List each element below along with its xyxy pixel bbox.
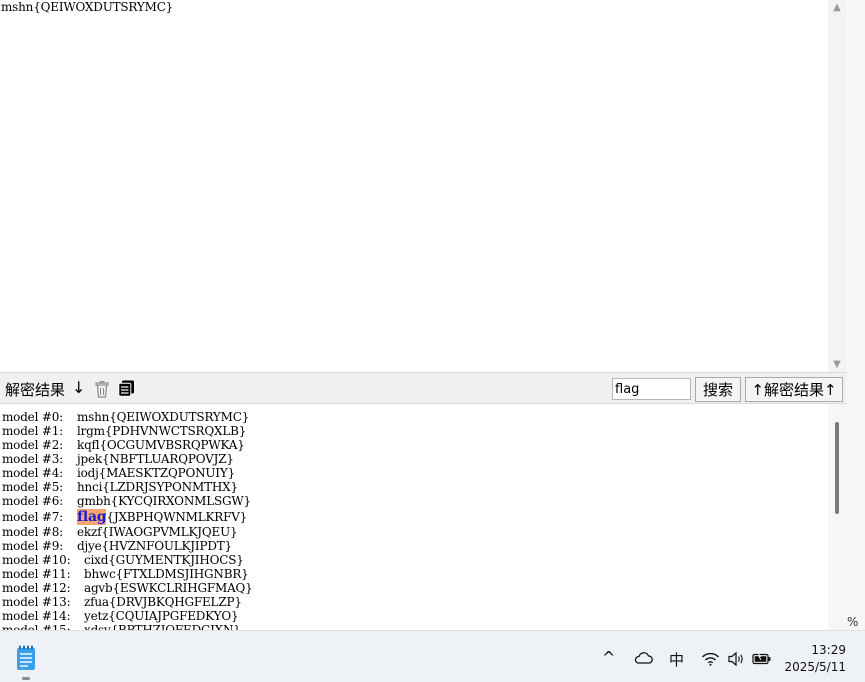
toolbar: 解密结果 ↓ 搜索 ↑ 解密结果 ↑ (0, 372, 846, 404)
result-row: model #2: kqfl{OCGUMVBSRQPWKA} (2, 438, 245, 452)
search-button[interactable]: 搜索 (695, 377, 741, 402)
result-model-label: model #9: (2, 539, 63, 553)
notepad-app-icon[interactable] (16, 645, 36, 671)
copy-icon[interactable] (118, 380, 135, 397)
scroll-up-arrow-icon[interactable]: ▲ (828, 0, 846, 14)
result-value: {GUYMENTKJIHOCS} (108, 553, 244, 567)
input-text: mshn{QEIWOXDUTSRYMC} (1, 0, 174, 14)
result-row: model #11: bhwc{FTXLDMSJIHGNBR} (2, 567, 249, 581)
arrow-up-icon: ↑ (751, 380, 764, 399)
result-model-label: model #13: (2, 595, 71, 609)
result-value: {HVZNFOULKJIPDT} (101, 539, 232, 553)
result-key: xdsy (84, 623, 111, 630)
result-value: {LZDRJSYPONMTHX} (102, 480, 238, 494)
result-key: yetz (84, 609, 109, 623)
result-model-label: model #15: (2, 623, 71, 630)
result-key: mshn (77, 410, 110, 424)
result-value: {NBFTLUARQPOVJZ} (101, 452, 234, 466)
scroll-down-arrow-icon[interactable]: ▼ (828, 357, 846, 371)
result-row: model #3: jpek{NBFTLUARQPOVJZ} (2, 452, 234, 466)
result-key: kqfl (77, 438, 100, 452)
result-model-label: model #4: (2, 466, 63, 480)
decrypt-result-label: 解密结果 (5, 381, 66, 399)
result-model-label: model #0: (2, 410, 63, 424)
wifi-icon[interactable] (701, 652, 720, 666)
result-key: hnci (77, 480, 103, 494)
clock-date: 2025/5/11 (784, 660, 846, 674)
result-row: model #15: xdsy{BPTHZIOFEDCJXN} (2, 623, 241, 630)
result-key: gmbh (77, 494, 111, 508)
result-key: lrgm (77, 424, 105, 438)
result-model-label: model #1: (2, 424, 63, 438)
clock-time: 13:29 (811, 643, 846, 657)
result-model-label: model #11: (2, 567, 71, 581)
volume-icon[interactable] (727, 651, 745, 667)
result-model-label: model #5: (2, 480, 63, 494)
input-text-area[interactable]: mshn{QEIWOXDUTSRYMC} (0, 0, 828, 372)
running-indicator (22, 677, 30, 680)
result-key: cixd (84, 553, 109, 567)
result-row: model #7: flag{JXBPHQWNMLKRFV} (2, 509, 248, 525)
result-value: {IWAOGPVMLKJQEU} (101, 525, 238, 539)
result-row: model #12: agvb{ESWKCLRIHGFMAQ} (2, 581, 253, 595)
result-key: djye (77, 539, 102, 553)
result-model-label: model #14: (2, 609, 71, 623)
result-key: zfua (84, 595, 109, 609)
result-value: {CQUIAJPGFEDKYO} (108, 609, 239, 623)
result-model-label: model #12: (2, 581, 71, 595)
result-list[interactable]: model #0: mshn{QEIWOXDUTSRYMC} model #1: lr… (0, 404, 846, 630)
result-value: {DRVJBKQHGFELZP} (108, 595, 242, 609)
result-value: {QEIWOXDUTSRYMC} (109, 410, 250, 424)
result-key: ekzf (77, 525, 102, 539)
previous-result-button[interactable]: ↑ 解密结果 ↑ (745, 377, 843, 402)
result-model-label: model #8: (2, 525, 63, 539)
result-row: model #5: hnci{LZDRJSYPONMTHX} (2, 480, 238, 494)
search-input[interactable] (612, 378, 691, 400)
result-model-label: model #6: (2, 494, 63, 508)
result-model-label: model #7: (2, 510, 63, 524)
result-key: agvb (84, 581, 113, 595)
result-value: {PDHVNWCTSRQXLB} (104, 424, 247, 438)
result-row: model #13: zfua{DRVJBKQHGFELZP} (2, 595, 242, 609)
chevron-up-icon[interactable]: ^ (602, 648, 615, 667)
result-value: {ESWKCLRIHGFMAQ} (112, 581, 253, 595)
result-row: model #6: gmbh{KYCQIRXONMLSGW} (2, 494, 251, 508)
search-match-highlight: flag (77, 509, 107, 525)
result-key: bhwc (84, 567, 116, 581)
taskbar: ^ 中 13:29 2025/5/11 (0, 630, 865, 682)
ime-indicator[interactable]: 中 (669, 649, 684, 670)
input-scrollbar[interactable]: ▲ ▼ (828, 0, 846, 372)
result-value: {OCGUMVBSRQPWKA} (99, 438, 245, 452)
result-value: {KYCQIRXONMLSGW} (110, 494, 251, 508)
battery-icon[interactable] (752, 652, 772, 666)
window-edge (846, 0, 865, 630)
result-row: model #0: mshn{QEIWOXDUTSRYMC} (2, 410, 249, 424)
result-row: model #9: djye{HVZNFOULKJIPDT} (2, 539, 232, 553)
system-clock[interactable]: 13:29 2025/5/11 (784, 642, 846, 676)
result-value: {BPTHZIOFEDCJXN} (110, 623, 241, 630)
result-row: model #14: yetz{CQUIAJPGFEDKYO} (2, 609, 239, 623)
result-row: model #10: cixd{GUYMENTKJIHOCS} (2, 553, 244, 567)
arrow-down-icon[interactable]: ↓ (72, 378, 85, 397)
result-value: {JXBPHQWNMLKRFV} (106, 510, 248, 524)
result-model-label: model #3: (2, 452, 63, 466)
result-value: {MAESKTZQPONUIY} (98, 466, 236, 480)
percent-indicator: % (847, 615, 859, 629)
previous-result-label: 解密结果 (763, 381, 824, 399)
result-model-label: model #10: (2, 553, 71, 567)
result-row: model #4: iodj{MAESKTZQPONUIY} (2, 466, 235, 480)
trash-icon[interactable] (94, 381, 110, 398)
cloud-icon[interactable] (633, 651, 653, 665)
result-key: iodj (77, 466, 99, 480)
result-model-label: model #2: (2, 438, 63, 452)
result-scrollbar[interactable] (828, 404, 846, 630)
result-value: {FTXLDMSJIHGNBR} (115, 567, 249, 581)
result-key: jpek (77, 452, 102, 466)
result-row: model #1: lrgm{PDHVNWCTSRQXLB} (2, 424, 246, 438)
scrollbar-thumb[interactable] (835, 422, 839, 514)
arrow-up-icon: ↑ (824, 380, 837, 399)
result-row: model #8: ekzf{IWAOGPVMLKJQEU} (2, 525, 238, 539)
